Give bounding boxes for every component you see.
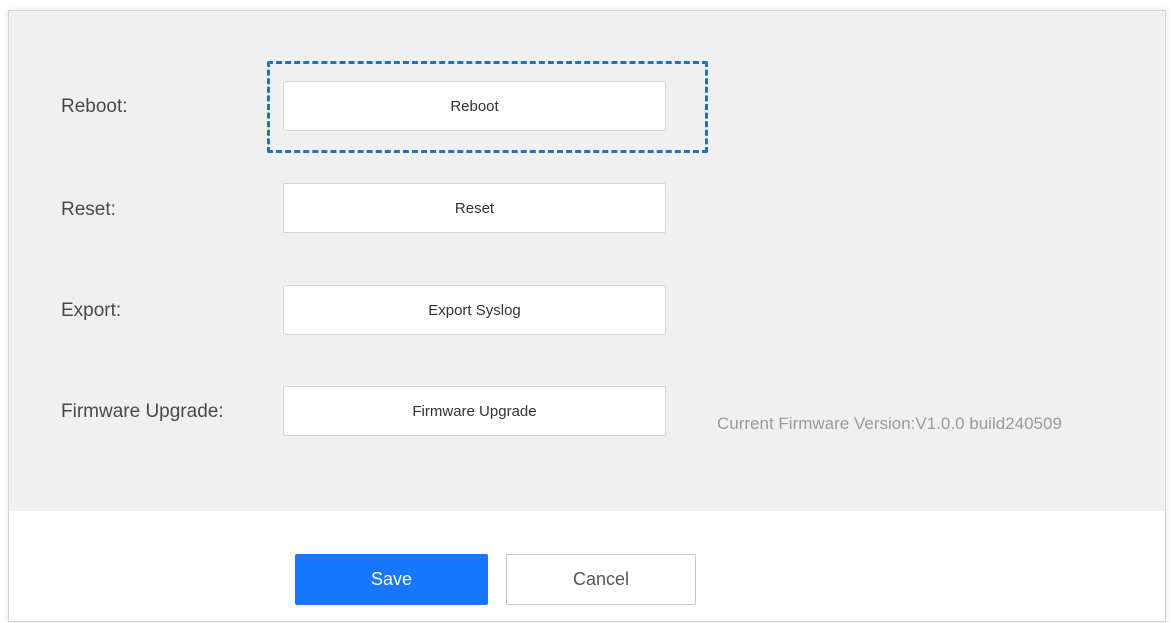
firmware-upgrade-label: Firmware Upgrade: <box>61 401 224 422</box>
settings-content: Reboot: Reboot Reset: Reset Export: Expo… <box>9 11 1165 511</box>
maintenance-panel: Reboot: Reboot Reset: Reset Export: Expo… <box>8 10 1166 622</box>
reset-label: Reset: <box>61 199 116 220</box>
reboot-button[interactable]: Reboot <box>283 81 666 131</box>
reset-button[interactable]: Reset <box>283 183 666 233</box>
cancel-button[interactable]: Cancel <box>506 554 696 605</box>
save-button[interactable]: Save <box>295 554 488 605</box>
export-label: Export: <box>61 300 122 321</box>
form-footer: Save Cancel <box>9 511 1165 621</box>
firmware-upgrade-button[interactable]: Firmware Upgrade <box>283 386 666 436</box>
current-firmware-version: Current Firmware Version:V1.0.0 build240… <box>717 414 1062 433</box>
reboot-label: Reboot: <box>61 96 128 117</box>
export-syslog-button[interactable]: Export Syslog <box>283 285 666 335</box>
